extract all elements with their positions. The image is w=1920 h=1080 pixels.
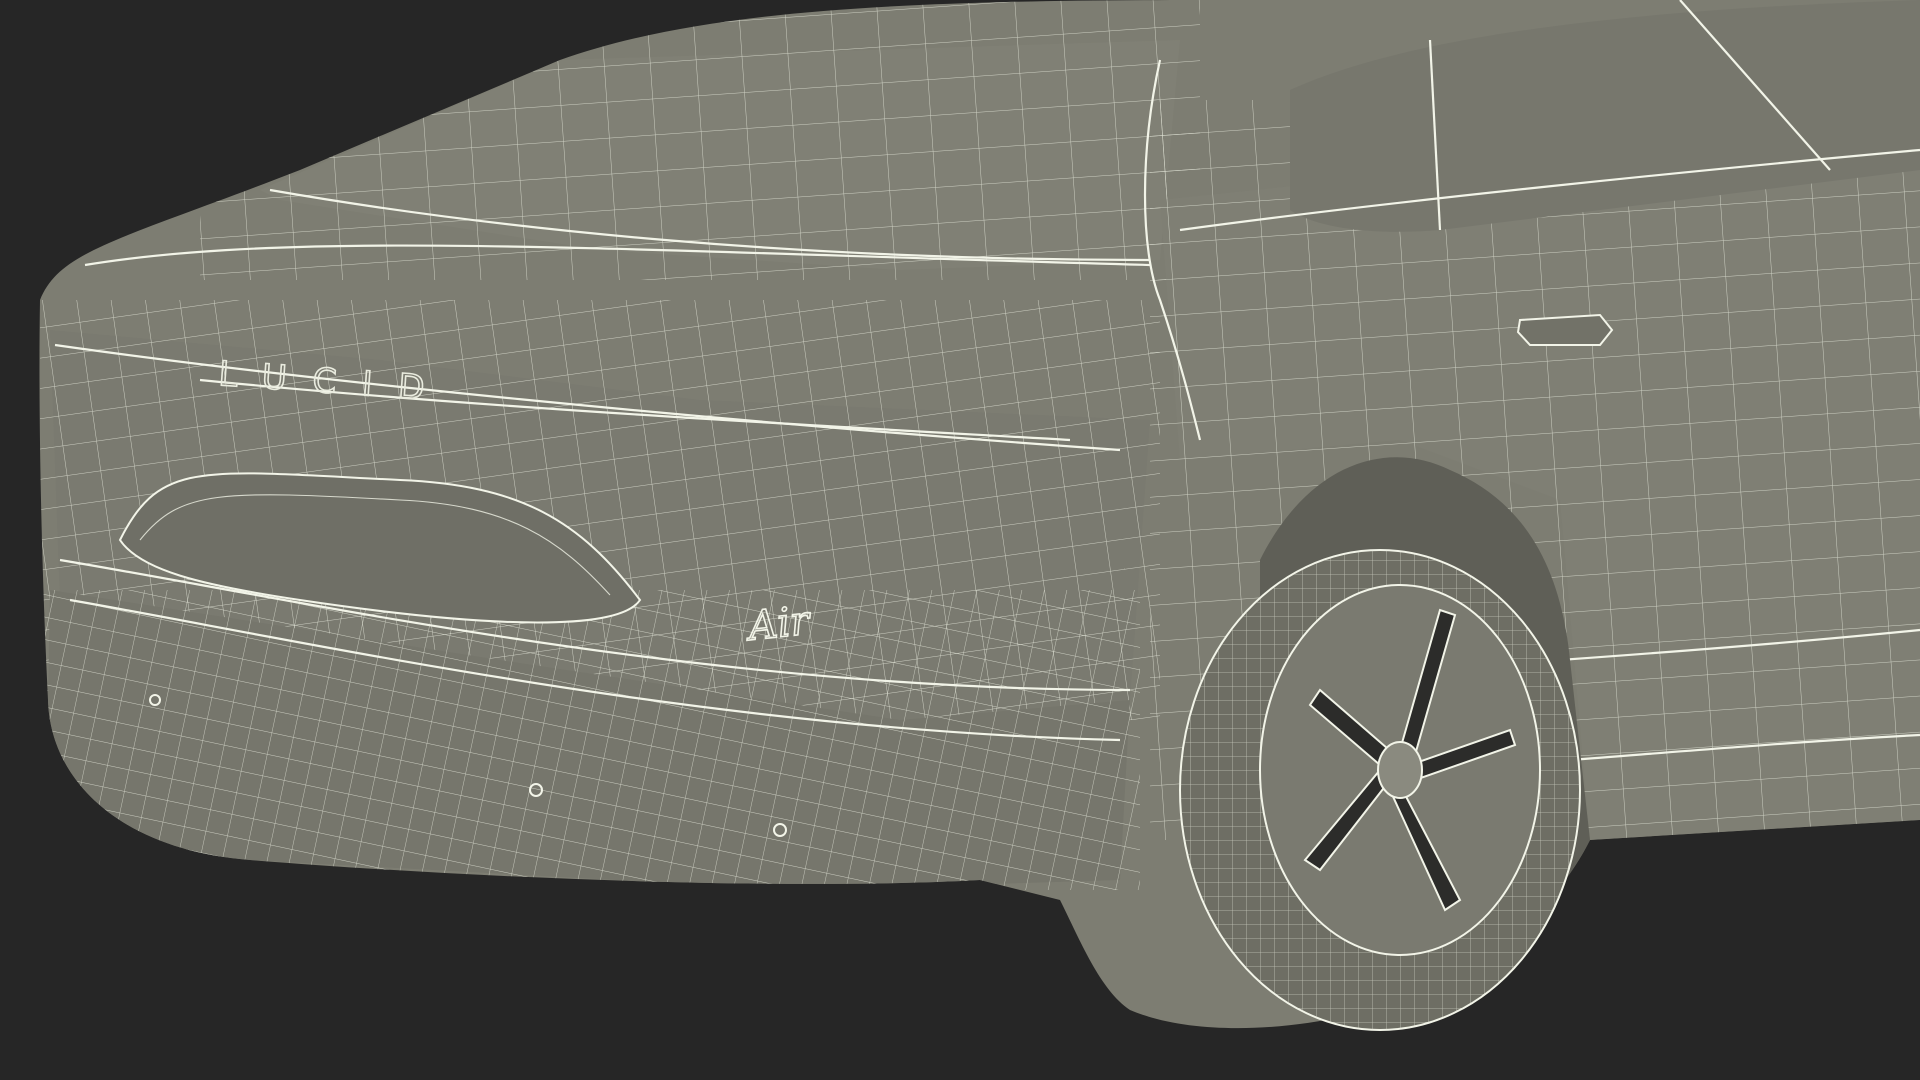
charge-port-door bbox=[1516, 313, 1614, 346]
hub-cap bbox=[1377, 741, 1423, 799]
car-render: LUCID Air bbox=[0, 0, 1920, 1080]
model-script: Air bbox=[742, 598, 814, 651]
render-viewport: LUCID Air bbox=[0, 0, 1920, 1080]
